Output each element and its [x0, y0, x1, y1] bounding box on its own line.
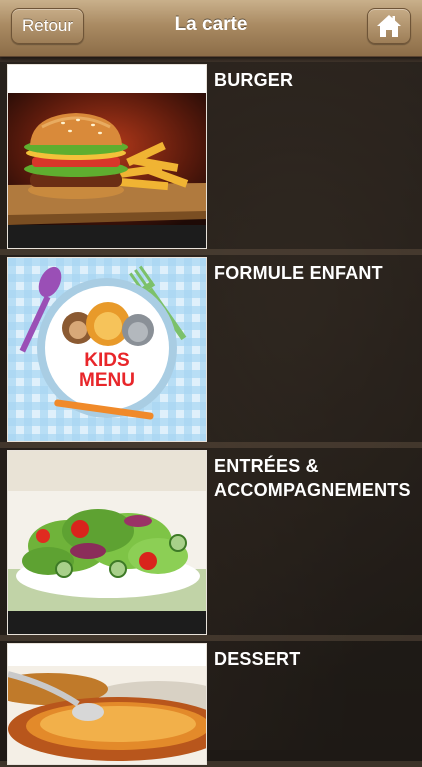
- kids-menu-image: KIDS MENU: [7, 257, 207, 442]
- dessert-image: [7, 643, 207, 765]
- menu-item-formule-enfant[interactable]: KIDS MENU FORMULE ENFANT: [0, 255, 422, 448]
- menu-item-label: BURGER: [214, 70, 294, 90]
- menu-item-label: ENTRÉES & ACCOMPAGNEMENTS: [214, 454, 422, 502]
- burger-image: [7, 64, 207, 249]
- home-icon: [377, 15, 401, 37]
- menu-item-label: FORMULE ENFANT: [214, 263, 383, 283]
- menu-item-label: DESSERT: [214, 649, 301, 669]
- menu-item-label-line1: ENTRÉES &: [214, 456, 319, 476]
- menu-item-label-line2: ACCOMPAGNEMENTS: [214, 480, 411, 500]
- nav-bar: Retour La carte: [0, 0, 422, 57]
- menu-item-entrees[interactable]: ENTRÉES & ACCOMPAGNEMENTS: [0, 448, 422, 641]
- svg-text:MENU: MENU: [79, 370, 135, 391]
- menu-item-burger[interactable]: BURGER: [0, 62, 422, 255]
- svg-text:KIDS: KIDS: [84, 350, 129, 371]
- menu-item-dessert[interactable]: DESSERT: [0, 641, 422, 767]
- home-button[interactable]: [367, 8, 411, 44]
- page-title: La carte: [174, 14, 248, 35]
- salad-image: [7, 450, 207, 635]
- back-button[interactable]: Retour: [11, 8, 84, 44]
